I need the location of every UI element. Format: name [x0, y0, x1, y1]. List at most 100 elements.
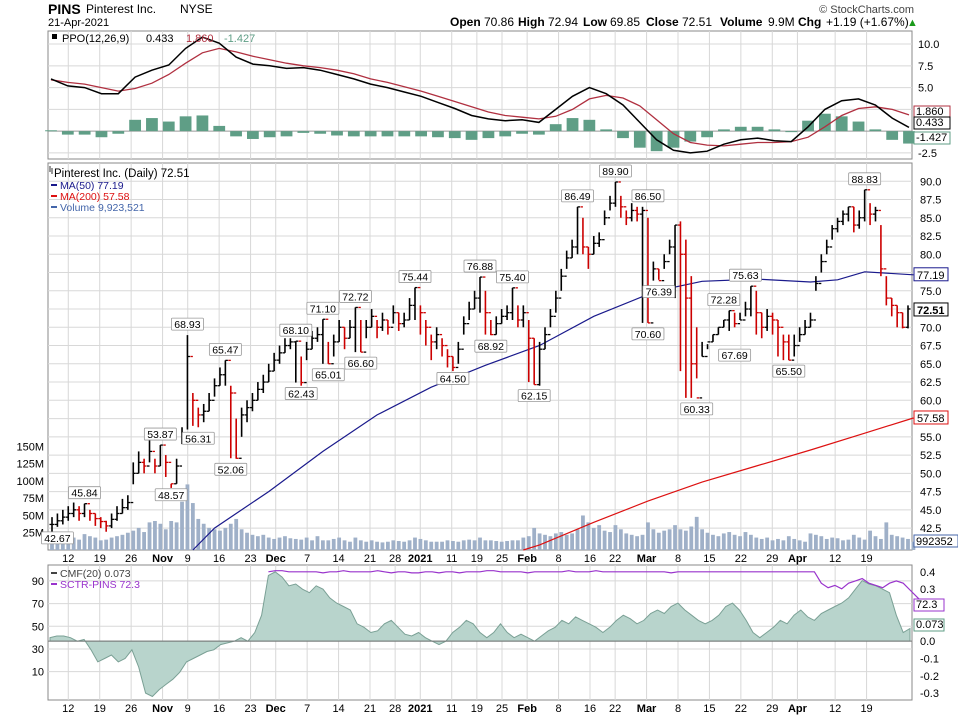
sctr-y-tick: 10 [32, 667, 44, 679]
volume-bar [591, 527, 596, 550]
volume-y-tick: 50M [23, 510, 44, 522]
volume-bar [456, 541, 461, 550]
volume-bar [586, 522, 591, 550]
price-y-tick: 85.0 [920, 213, 941, 225]
volume-bar [261, 534, 266, 550]
ppo-histogram-bar [852, 121, 865, 132]
volume-bar [93, 537, 98, 550]
volume-bar [895, 536, 900, 550]
volume-bar [776, 538, 780, 550]
volume-bar [326, 540, 331, 550]
price-callout-label: 71.10 [310, 303, 336, 315]
volume-bar [288, 538, 293, 550]
price-callout-label: 66.60 [348, 358, 374, 370]
volume-bar [851, 534, 856, 550]
price-callout-label: 86.49 [564, 191, 590, 203]
volume-bar [765, 537, 770, 550]
ppo-histogram-bar [734, 126, 747, 132]
volume-bar [310, 540, 314, 550]
x-axis-tick-label: Dec [266, 553, 286, 565]
volume-bar [331, 538, 336, 550]
x-axis-tick-label: 7 [304, 553, 310, 565]
ppo-legend-marker [52, 34, 57, 39]
volume-bar [575, 529, 580, 550]
price-y-tick: 50.0 [920, 468, 941, 480]
volume-y-tick: 100M [16, 476, 44, 488]
volume-bar [673, 525, 677, 550]
volume-bar [180, 501, 184, 550]
volume-y-tick: 150M [16, 441, 44, 453]
ppo-histogram-bar [566, 118, 579, 132]
x-axis-tick-label: 28 [389, 553, 401, 565]
volume-bar [700, 529, 705, 550]
volume-bar [293, 538, 298, 550]
bottom-x-axis-tick-label: 11 [446, 703, 457, 715]
volume-bar [830, 537, 835, 550]
volume-bar [548, 536, 553, 550]
x-axis-tick-label: 16 [213, 553, 225, 565]
price-callout-label: 45.84 [71, 488, 97, 500]
volume-bar [299, 539, 304, 550]
volume-bar [754, 537, 759, 550]
volume-y-tick: 25M [23, 528, 44, 540]
price-callout-label: 88.83 [852, 174, 878, 186]
volume-bar [272, 538, 277, 550]
volume-bar [564, 534, 569, 550]
volume-bar [147, 522, 152, 550]
ppo-legend-signal: 1.860 [186, 33, 214, 45]
ppo-histogram-bar [415, 131, 428, 137]
volume-bar [857, 537, 862, 550]
x-axis-tick-label: 19 [860, 553, 872, 565]
volume-bar [770, 540, 775, 550]
volume-bar [461, 540, 466, 550]
volume-bar [380, 542, 385, 550]
volume-bar [245, 532, 249, 550]
ppo-histogram-bar [718, 129, 730, 132]
price-y-tick: 47.5 [920, 487, 941, 499]
volume-bar [429, 541, 434, 550]
volume-bar [234, 518, 239, 550]
ppo-histogram-bar [617, 131, 629, 139]
volume-bar [608, 532, 612, 550]
volume-bar [781, 540, 786, 550]
price-callout-label: 68.10 [283, 325, 309, 337]
bottom-x-axis-tick-label: 14 [332, 703, 344, 715]
cmf-y-tick: 0.4 [920, 567, 935, 579]
bottom-x-axis-tick-label: Mar [637, 703, 657, 715]
x-axis-tick-label: 12 [62, 553, 74, 565]
ppo-histogram-bar [633, 131, 646, 148]
sctr-y-tick: 70 [32, 599, 44, 611]
ppo-histogram-bar [162, 121, 175, 132]
volume-bar [748, 534, 753, 550]
volume-bar [711, 534, 715, 550]
ppo-histogram-bar [331, 131, 343, 136]
ppo-histogram-bar [650, 131, 663, 152]
ppo-histogram-bar [869, 129, 882, 132]
volume-bar [537, 533, 542, 550]
volume-bar [683, 530, 688, 550]
volume-bar [792, 538, 797, 550]
ppo-histogram-bar [516, 131, 528, 134]
price-callout-label: 72.28 [711, 295, 737, 307]
bottom-x-axis-tick-label: 16 [213, 703, 225, 715]
volume-y-tick: 75M [23, 493, 44, 505]
volume-bar [115, 536, 119, 550]
ppo-histogram-bar [95, 131, 108, 138]
price-callout-label: 86.50 [635, 191, 661, 203]
ppo-y-tick: 10.0 [918, 39, 939, 51]
volume-bar [228, 523, 233, 550]
price-callout-label: 53.87 [147, 429, 173, 441]
volume-bar [808, 533, 813, 550]
volume-bar [841, 540, 845, 550]
volume-bar [868, 530, 872, 550]
price-y-tick: 52.5 [920, 450, 941, 462]
price-callout-label: 75.44 [402, 272, 428, 284]
volume-bar [651, 529, 656, 550]
volume-bar [104, 539, 109, 550]
price-callout-label: 76.39 [646, 287, 672, 299]
x-axis-tick-label: 11 [446, 553, 457, 565]
volume-bar [889, 534, 894, 550]
sctr-y-tick: 90 [32, 576, 44, 588]
price-callout-label: 75.40 [499, 272, 525, 284]
volume-bar [445, 540, 450, 550]
